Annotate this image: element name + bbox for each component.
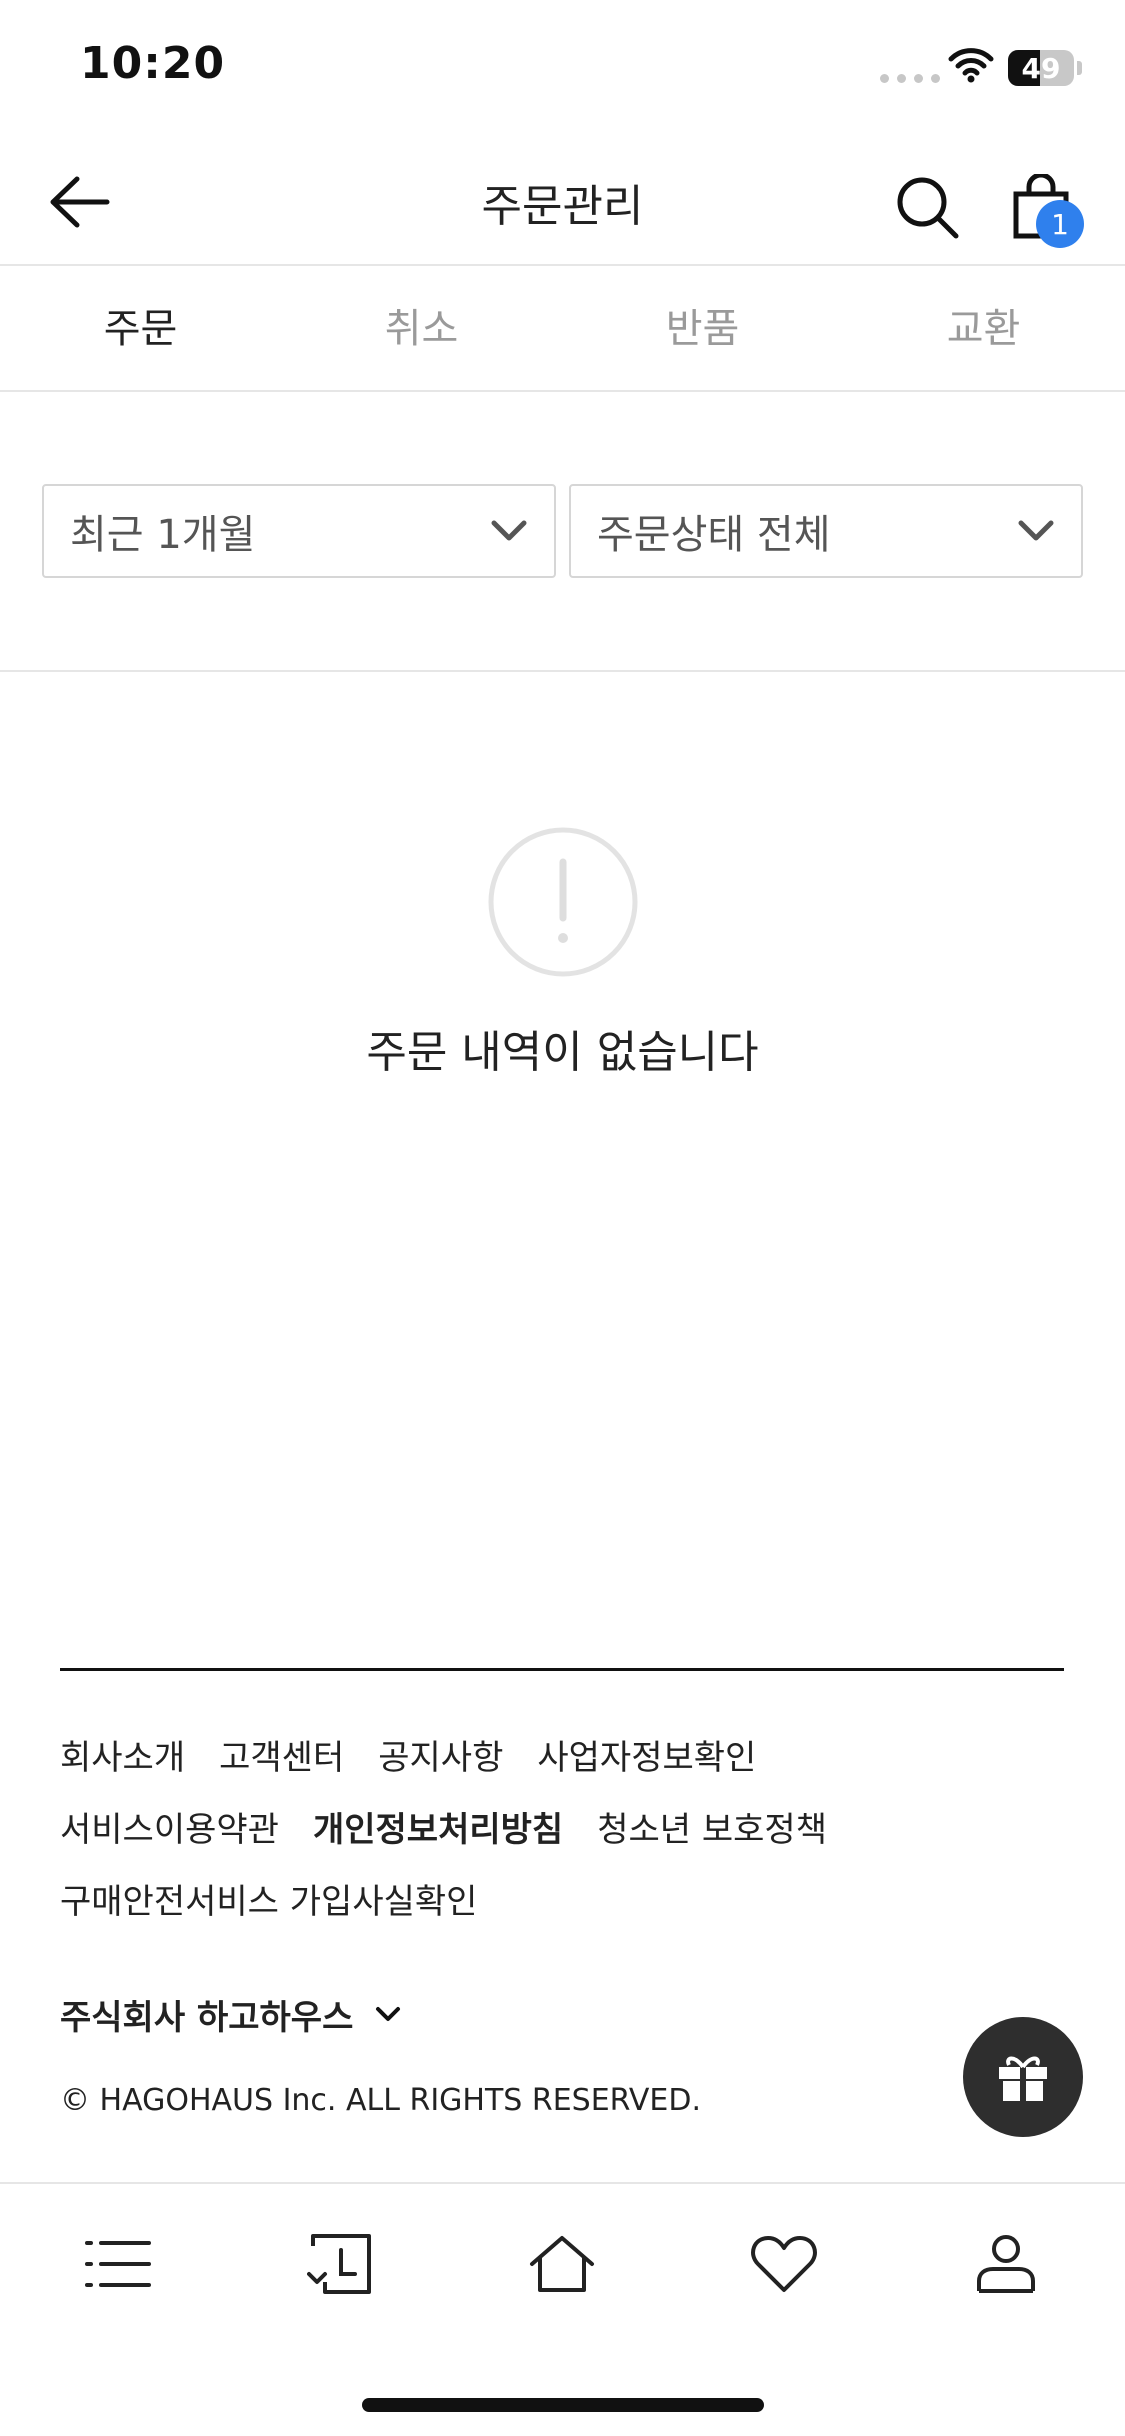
order-status-select[interactable]: 주문상태 전체 <box>569 484 1083 578</box>
heart-icon <box>751 2236 817 2292</box>
nav-mypage-button[interactable] <box>946 2224 1066 2304</box>
copyright: © HAGOHAUS Inc. ALL RIGHTS RESERVED. <box>60 2083 702 2118</box>
footer-link-youth-policy[interactable]: 청소년 보호정책 <box>597 1802 827 1851</box>
recent-history-icon <box>307 2234 371 2294</box>
company-info-toggle[interactable]: 주식회사 하고하우스 <box>60 1990 401 2039</box>
user-icon <box>977 2235 1035 2293</box>
period-select[interactable]: 최근 1개월 <box>42 484 556 578</box>
battery-cap <box>1077 61 1082 75</box>
tab-return[interactable]: 반품 <box>562 296 843 354</box>
chevron-down-icon <box>376 2006 401 2021</box>
home-icon <box>530 2236 594 2292</box>
footer-link-business-info[interactable]: 사업자정보확인 <box>537 1730 756 1779</box>
chevron-down-icon <box>491 520 527 541</box>
search-button[interactable] <box>880 160 974 254</box>
menu-icon <box>85 2241 151 2287</box>
cart-count-badge: 1 <box>1036 200 1084 248</box>
footer-link-privacy[interactable]: 개인정보처리방침 <box>313 1802 563 1851</box>
tabs-divider <box>0 390 1125 392</box>
home-indicator <box>362 2398 764 2412</box>
footer-links-row-3: 구매안전서비스 가입사실확인 <box>60 1874 477 1923</box>
footer-link-terms[interactable]: 서비스이용약관 <box>60 1802 279 1851</box>
empty-order-message: 주문 내역이 없습니다 <box>366 1027 759 1078</box>
cellular-signal-icon <box>880 74 940 83</box>
exclamation-circle-icon <box>487 826 639 982</box>
tab-order[interactable]: 주문 <box>0 296 281 354</box>
chevron-down-icon <box>1018 520 1054 541</box>
tab-cancel[interactable]: 취소 <box>281 296 562 354</box>
wifi-icon <box>948 46 994 88</box>
footer-links-row-1: 회사소개 고객센터 공지사항 사업자정보확인 <box>60 1730 756 1779</box>
order-status-select-value: 주문상태 전체 <box>597 512 831 558</box>
filters-divider <box>0 670 1125 672</box>
status-time: 10:20 <box>80 38 226 89</box>
search-icon <box>897 177 959 239</box>
footer-link-notice[interactable]: 공지사항 <box>378 1730 503 1779</box>
footer-links-row-2: 서비스이용약관 개인정보처리방침 청소년 보호정책 <box>60 1802 827 1851</box>
footer-link-company-intro[interactable]: 회사소개 <box>60 1730 185 1779</box>
nav-menu-button[interactable] <box>58 2224 178 2304</box>
company-name: 주식회사 하고하우스 <box>60 1998 354 2038</box>
battery-icon: 49 <box>1008 50 1074 86</box>
nav-recent-button[interactable] <box>280 2224 400 2304</box>
nav-home-button[interactable] <box>502 2224 622 2304</box>
gift-button[interactable] <box>963 2017 1083 2137</box>
nav-wishlist-button[interactable] <box>724 2224 844 2304</box>
bottom-nav-divider <box>0 2182 1125 2184</box>
tab-exchange[interactable]: 교환 <box>843 296 1124 354</box>
footer-link-customer-center[interactable]: 고객센터 <box>219 1730 344 1779</box>
header-divider <box>0 264 1125 266</box>
footer-link-purchase-safety[interactable]: 구매안전서비스 가입사실확인 <box>60 1874 477 1923</box>
gift-icon <box>999 2056 1047 2101</box>
battery-level: 49 <box>1021 51 1061 85</box>
period-select-value: 최근 1개월 <box>70 512 256 558</box>
footer-rule <box>60 1668 1064 1671</box>
